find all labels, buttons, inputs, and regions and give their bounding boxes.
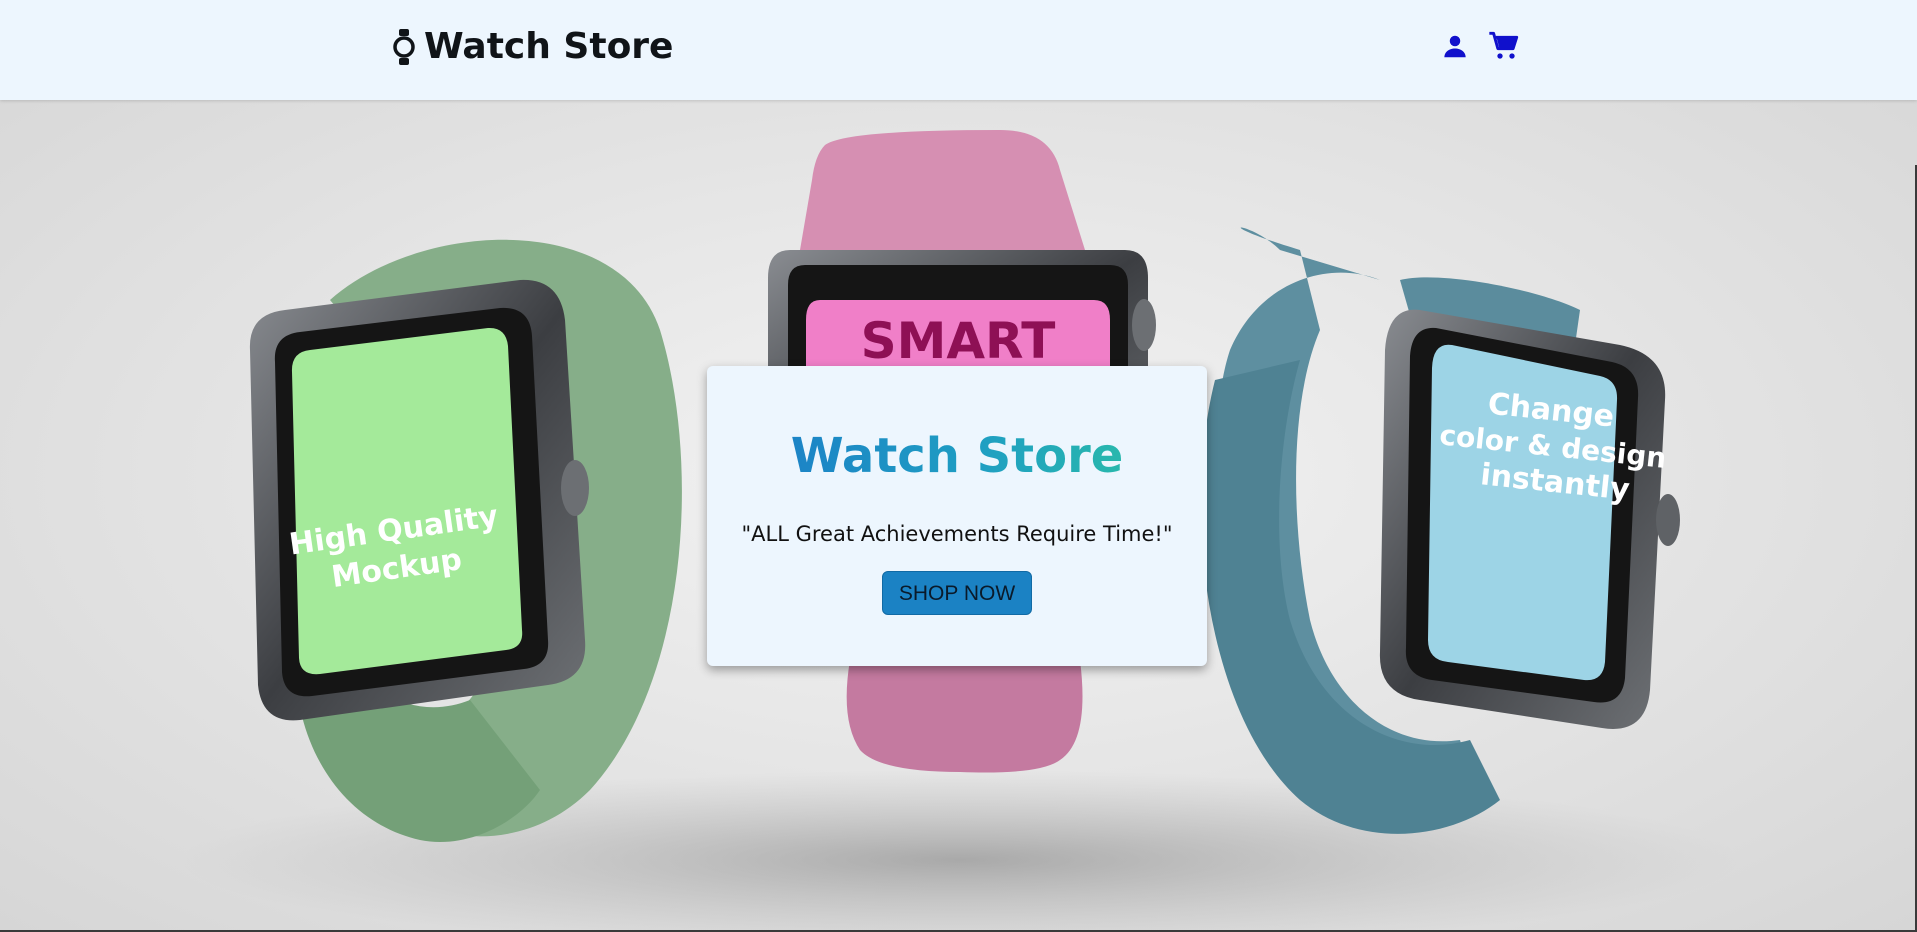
hero-card: Watch Store "ALL Great Achievements Requ… [707, 366, 1207, 666]
user-icon[interactable] [1440, 31, 1470, 65]
card-quote: "ALL Great Achievements Require Time!" [741, 522, 1173, 546]
nav-icons [1440, 30, 1520, 66]
shop-now-button[interactable]: SHOP NOW [882, 571, 1032, 615]
navbar: Watch Store [0, 0, 1917, 100]
watch-blue: Change color & design instantly [1200, 227, 1680, 834]
pink-screen-text: SMART [861, 312, 1056, 370]
watch-green: High Quality Mockup [249, 239, 682, 842]
brand-name: Watch Store [424, 26, 674, 67]
card-title: Watch Store [707, 430, 1207, 483]
watch-icon [393, 29, 415, 65]
brand[interactable]: Watch Store [392, 28, 673, 66]
cart-icon[interactable] [1488, 30, 1520, 66]
